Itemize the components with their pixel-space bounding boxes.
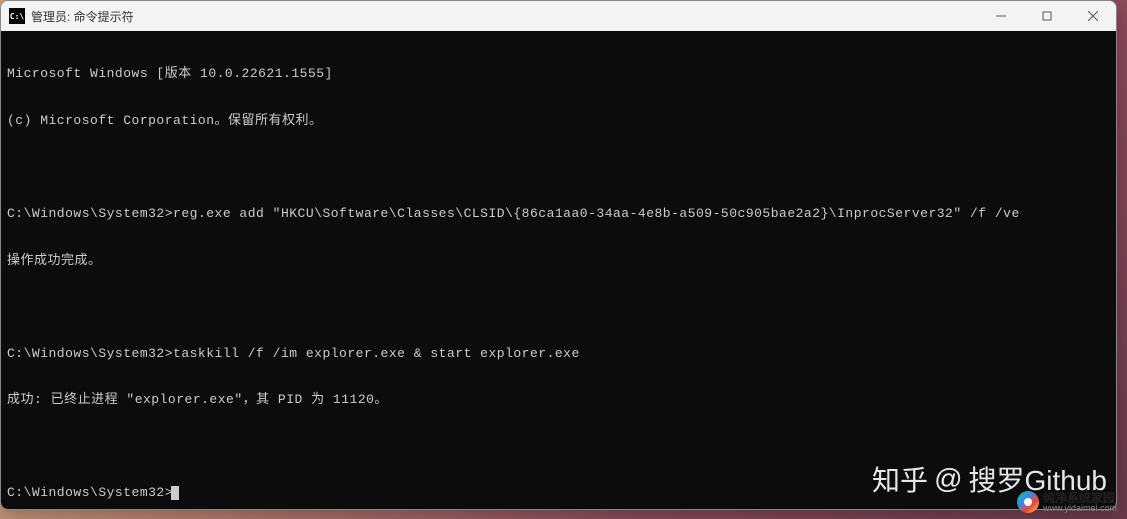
cmd-window: C:\ 管理员: 命令提示符 Microsoft Windows [版本 10.…	[0, 0, 1117, 510]
terminal-line: (c) Microsoft Corporation。保留所有权利。	[7, 113, 1110, 129]
terminal-line	[7, 439, 1110, 454]
zhihu-logo: 知乎	[872, 459, 928, 499]
window-title: 管理员: 命令提示符	[31, 8, 134, 25]
site-badge: 纯净系统家园 www.yidaimei.com	[1017, 491, 1117, 513]
at-symbol: @	[934, 463, 962, 495]
close-button[interactable]	[1070, 1, 1116, 31]
titlebar[interactable]: C:\ 管理员: 命令提示符	[1, 1, 1116, 31]
maximize-button[interactable]	[1024, 1, 1070, 31]
terminal-line: C:\Windows\System32>taskkill /f /im expl…	[7, 346, 1110, 362]
cursor-icon	[171, 486, 179, 500]
window-controls	[978, 1, 1116, 31]
terminal-line: 操作成功完成。	[7, 253, 1110, 269]
terminal-line: 成功: 已终止进程 "explorer.exe"，其 PID 为 11120。	[7, 392, 1110, 408]
site-logo-icon	[1017, 491, 1039, 513]
terminal-line: Microsoft Windows [版本 10.0.22621.1555]	[7, 66, 1110, 82]
site-name: 纯净系统家园	[1043, 492, 1117, 504]
terminal-line	[7, 160, 1110, 175]
terminal-line	[7, 300, 1110, 315]
cmd-icon: C:\	[9, 8, 25, 24]
terminal-line: C:\Windows\System32>reg.exe add "HKCU\So…	[7, 206, 1110, 222]
terminal-area[interactable]: Microsoft Windows [版本 10.0.22621.1555] (…	[1, 31, 1116, 509]
site-text: 纯净系统家园 www.yidaimei.com	[1043, 492, 1117, 513]
minimize-button[interactable]	[978, 1, 1024, 31]
site-url: www.yidaimei.com	[1043, 504, 1117, 513]
